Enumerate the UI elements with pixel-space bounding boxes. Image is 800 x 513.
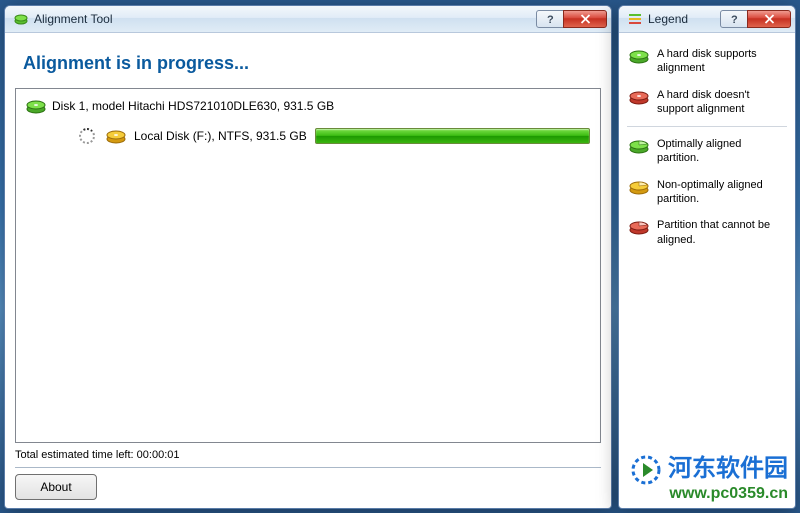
legend-item-not-support: A hard disk doesn't support alignment — [625, 82, 789, 123]
disk-yellow-icon — [106, 127, 126, 145]
disk-label: Disk 1, model Hitachi HDS721010DLE630, 9… — [52, 99, 334, 113]
legend-label: Partition that cannot be aligned. — [657, 218, 785, 247]
about-button[interactable]: About — [15, 474, 97, 500]
status-line: Total estimated time left: 00:00:01 — [15, 449, 601, 461]
page-heading: Alignment is in progress... — [23, 53, 601, 74]
main-title: Alignment Tool — [34, 12, 537, 26]
legend-label: Optimally aligned partition. — [657, 137, 785, 166]
legend-label: Non-optimally aligned partition. — [657, 178, 785, 207]
disk-green-icon — [26, 97, 46, 115]
app-icon — [13, 11, 29, 27]
legend-window: Legend ? A hard disk supports alignment — [618, 5, 796, 509]
partition-row: Local Disk (F:), NTFS, 931.5 GB — [76, 125, 590, 147]
legend-item-cannot: Partition that cannot be aligned. — [625, 212, 789, 253]
partition-label: Local Disk (F:), NTFS, 931.5 GB — [134, 129, 307, 143]
main-titlebar[interactable]: Alignment Tool ? — [5, 6, 611, 33]
legend-close-button[interactable] — [747, 10, 791, 28]
legend-icon — [627, 11, 643, 27]
spinner-icon — [76, 125, 98, 147]
legend-item-supports: A hard disk supports alignment — [625, 41, 789, 82]
alignment-tool-window: Alignment Tool ? Alignment is in progres… — [4, 5, 612, 509]
partition-red-icon — [629, 218, 649, 236]
progress-bar — [315, 128, 590, 144]
legend-item-optimal: Optimally aligned partition. — [625, 131, 789, 172]
legend-list: A hard disk supports alignment A hard di… — [625, 41, 789, 253]
disk-tree: Disk 1, model Hitachi HDS721010DLE630, 9… — [15, 88, 601, 443]
partition-yellow-icon — [629, 178, 649, 196]
help-button[interactable]: ? — [536, 10, 564, 28]
disk-green-icon — [629, 47, 649, 65]
close-button[interactable] — [563, 10, 607, 28]
partition-green-icon — [629, 137, 649, 155]
legend-title: Legend — [648, 12, 721, 26]
svg-text:?: ? — [547, 14, 554, 24]
legend-label: A hard disk supports alignment — [657, 47, 785, 76]
legend-titlebar[interactable]: Legend ? — [619, 6, 795, 33]
svg-text:?: ? — [731, 14, 738, 24]
legend-label: A hard disk doesn't support alignment — [657, 88, 785, 117]
disk-red-icon — [629, 88, 649, 106]
disk-row: Disk 1, model Hitachi HDS721010DLE630, 9… — [26, 97, 590, 115]
separator — [627, 126, 787, 127]
time-left: 00:00:01 — [137, 449, 180, 461]
legend-help-button[interactable]: ? — [720, 10, 748, 28]
legend-item-nonoptimal: Non-optimally aligned partition. — [625, 172, 789, 213]
